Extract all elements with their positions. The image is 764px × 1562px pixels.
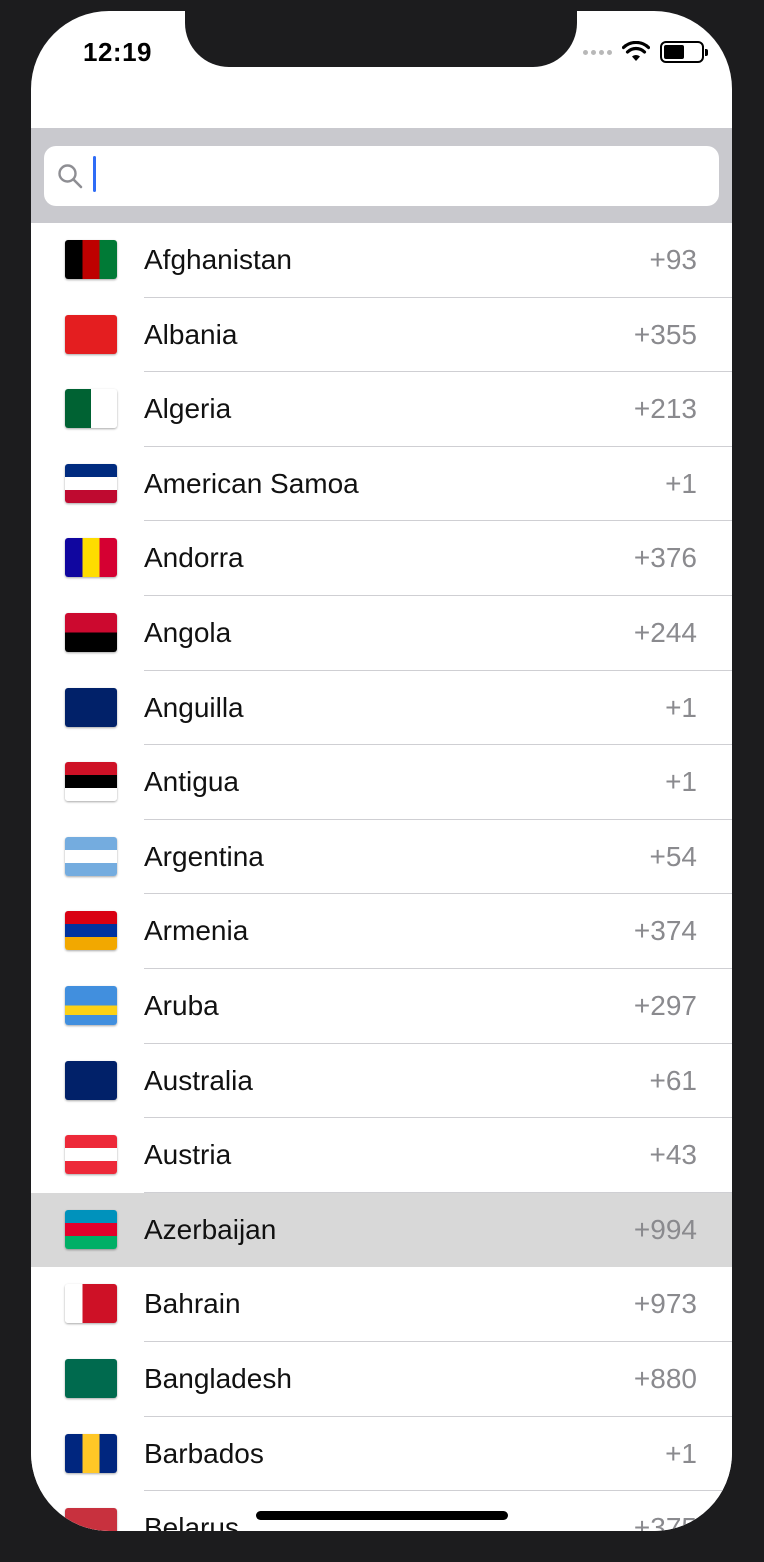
flag-afghanistan-icon xyxy=(65,240,117,279)
country-row[interactable]: Angola +244 xyxy=(31,595,732,671)
dial-code: +1 xyxy=(665,467,697,499)
flag-algeria-icon xyxy=(65,389,117,429)
flag-albania-icon xyxy=(65,314,117,354)
search-icon xyxy=(58,164,83,189)
country-row[interactable]: Aruba +297 xyxy=(31,968,732,1044)
phone-screen: 12:19 Afghanistan +93 Albania +355 Algeria +2… xyxy=(31,11,732,1531)
country-name: Austria xyxy=(144,1139,232,1171)
cellular-signal-icon xyxy=(583,49,612,55)
country-row[interactable]: American Samoa +1 xyxy=(31,446,732,522)
flag-azerbaijan-icon xyxy=(65,1209,117,1249)
country-name: Belarus xyxy=(144,1512,239,1531)
dial-code: +880 xyxy=(633,1362,697,1394)
flag-australia-icon xyxy=(65,1060,117,1100)
dial-code: +994 xyxy=(633,1213,697,1245)
dial-code: +213 xyxy=(633,393,697,425)
country-name: Armenia xyxy=(144,915,249,947)
flag-bangladesh-icon xyxy=(65,1358,117,1398)
dial-code: +1 xyxy=(665,766,697,798)
country-name: Bahrain xyxy=(144,1288,241,1320)
dial-code: +1 xyxy=(665,1437,697,1469)
country-row[interactable]: Australia +61 xyxy=(31,1043,732,1119)
dial-code: +93 xyxy=(649,244,698,275)
wifi-icon xyxy=(622,41,650,61)
country-name: Australia xyxy=(144,1064,253,1096)
flag-armenia-icon xyxy=(65,911,117,951)
flag-andorra-icon xyxy=(65,538,117,578)
status-icons xyxy=(583,41,708,63)
flag-belarus-icon xyxy=(65,1508,117,1531)
dial-code: +355 xyxy=(633,318,697,350)
dial-code: +43 xyxy=(649,1139,698,1171)
country-row[interactable]: Antigua +1 xyxy=(31,745,732,820)
search-field[interactable] xyxy=(44,146,719,206)
dial-code: +374 xyxy=(633,915,697,947)
dial-code: +375 xyxy=(633,1512,697,1531)
country-row[interactable]: Albania +355 xyxy=(31,297,732,373)
country-row[interactable]: Bahrain +973 xyxy=(31,1267,732,1342)
country-name: Angola xyxy=(144,616,232,648)
status-time: 12:19 xyxy=(83,37,152,67)
search-input[interactable] xyxy=(100,146,700,206)
dial-code: +376 xyxy=(633,542,697,574)
flag-aruba-icon xyxy=(65,985,117,1025)
search-bar xyxy=(31,128,732,223)
dial-code: +244 xyxy=(633,616,697,648)
country-name: Barbados xyxy=(144,1437,264,1469)
country-row[interactable]: Algeria +213 xyxy=(31,372,732,447)
country-row[interactable]: Anguilla +1 xyxy=(31,670,732,746)
country-name: Azerbaijan xyxy=(144,1213,277,1245)
country-row[interactable]: Bangladesh +880 xyxy=(31,1341,732,1417)
country-row[interactable]: Barbados +1 xyxy=(31,1416,732,1492)
country-name: American Samoa xyxy=(144,467,359,499)
country-name: Aruba xyxy=(144,989,219,1021)
flag-argentina-icon xyxy=(65,836,117,876)
country-name: Anguilla xyxy=(144,691,244,723)
country-row[interactable]: Andorra +376 xyxy=(31,521,732,596)
flag-barbados-icon xyxy=(65,1433,117,1473)
text-cursor xyxy=(93,156,96,192)
country-row[interactable]: Armenia +374 xyxy=(31,894,732,969)
dial-code: +297 xyxy=(633,989,697,1021)
country-name: Bangladesh xyxy=(144,1362,292,1394)
battery-icon xyxy=(660,41,708,63)
flag-austria-icon xyxy=(65,1135,117,1175)
country-row[interactable]: Austria +43 xyxy=(31,1118,732,1193)
dial-code: +973 xyxy=(633,1288,697,1320)
country-row[interactable]: Argentina +54 xyxy=(31,819,732,895)
country-row[interactable]: Afghanistan +93 xyxy=(31,223,732,298)
country-name: Algeria xyxy=(144,393,232,425)
dial-code: +1 xyxy=(665,691,697,723)
dial-code: +61 xyxy=(649,1064,698,1096)
flag-angola-icon xyxy=(65,612,117,652)
device-notch xyxy=(185,11,577,67)
flag-american-samoa-icon xyxy=(65,463,117,503)
country-name: Argentina xyxy=(144,840,264,872)
country-name: Andorra xyxy=(144,542,244,574)
country-name: Afghanistan xyxy=(144,244,292,275)
flag-bahrain-icon xyxy=(65,1284,117,1324)
flag-anguilla-icon xyxy=(65,687,117,727)
country-name: Antigua xyxy=(144,766,239,798)
battery-level xyxy=(664,45,684,59)
country-list[interactable]: Afghanistan +93 Albania +355 Algeria +213 Amer… xyxy=(31,223,732,1531)
home-indicator[interactable] xyxy=(256,1511,508,1520)
country-name: Albania xyxy=(144,318,238,350)
country-row[interactable]: Azerbaijan +994 xyxy=(31,1192,732,1268)
flag-antigua-icon xyxy=(65,762,117,802)
dial-code: +54 xyxy=(649,840,698,872)
